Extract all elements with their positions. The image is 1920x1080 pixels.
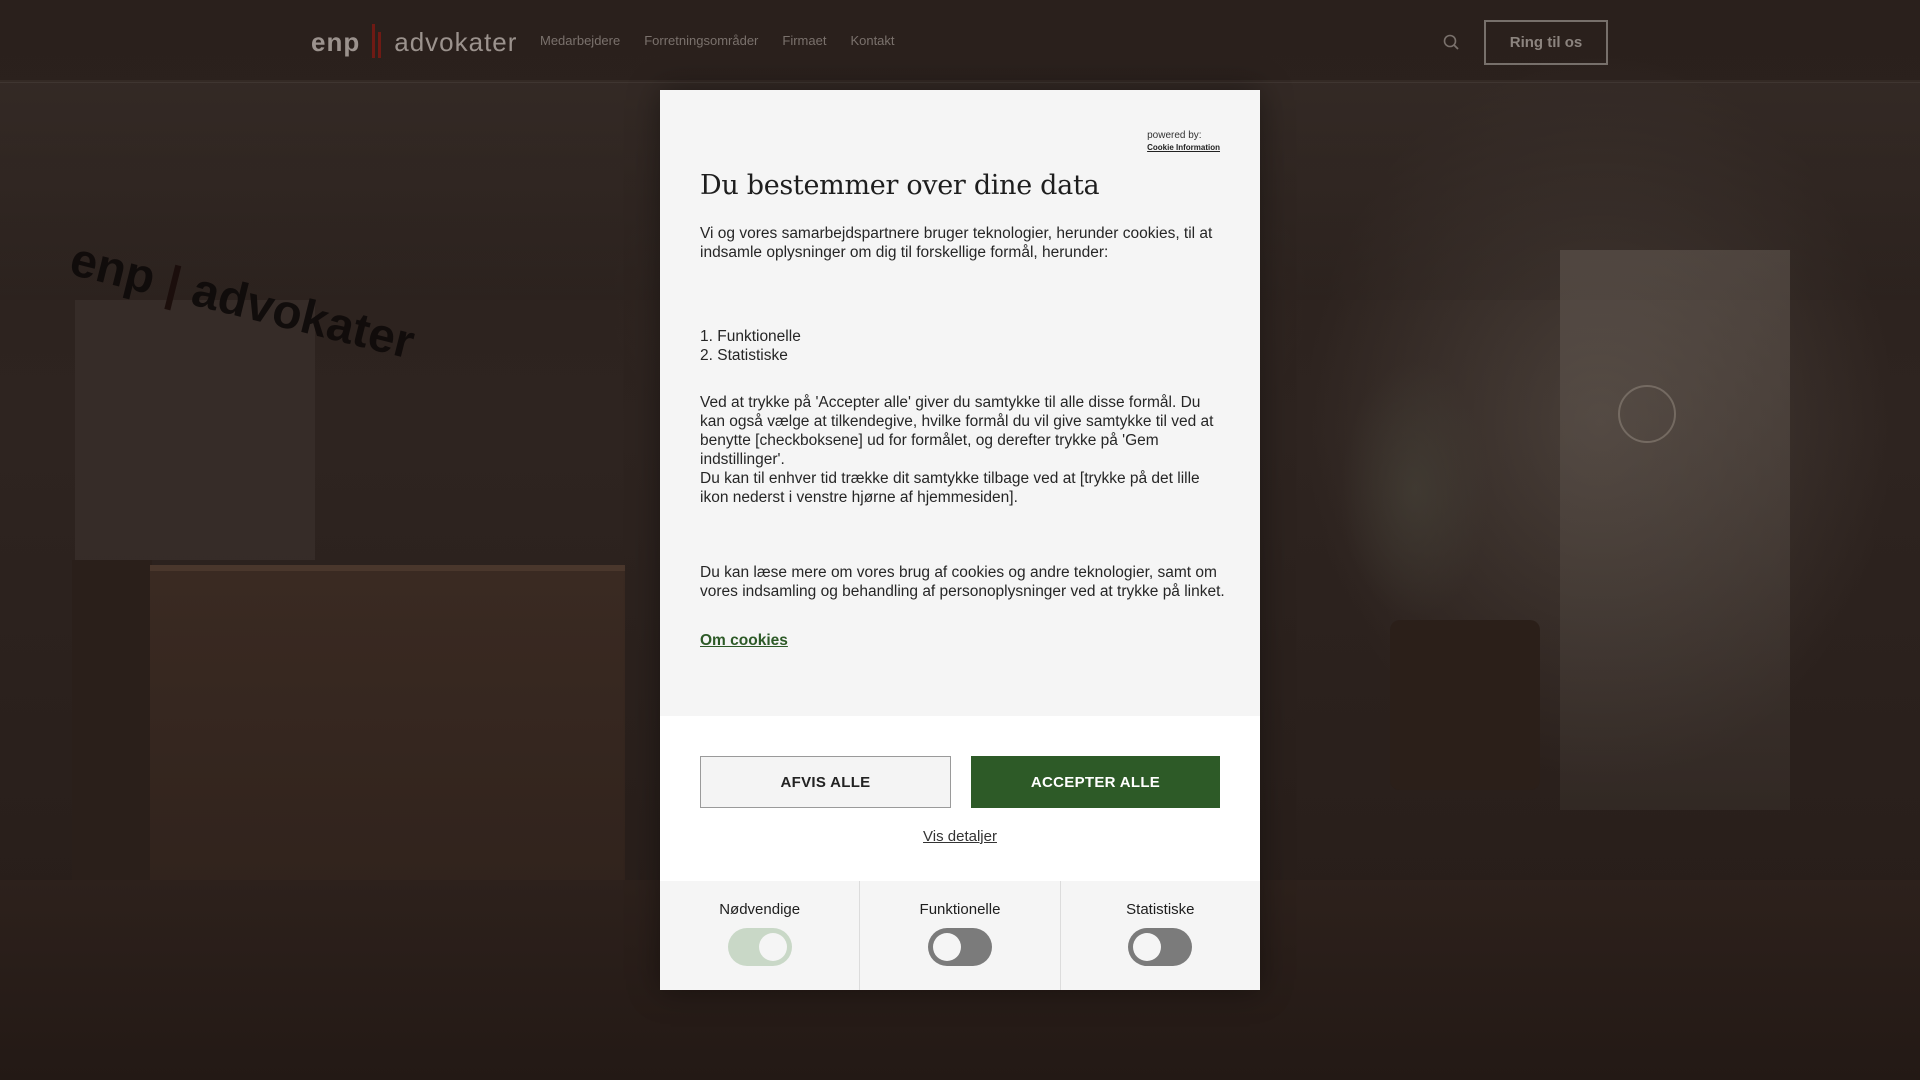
toggle-statistics: Statistiske: [1059, 881, 1260, 990]
toggle-necessary: Nødvendige: [660, 881, 859, 990]
toggle-knob: [1133, 933, 1162, 961]
more-info-text: Du kan læse mere om vores brug af cookie…: [700, 564, 1225, 600]
consent-toggles: Nødvendige Funktionelle Statistiske: [660, 881, 1260, 990]
search-icon[interactable]: [1443, 34, 1459, 50]
dialog-actions: AFVIS ALLE ACCEPTER ALLE Vis detaljer: [660, 716, 1260, 881]
window: [1560, 250, 1790, 810]
purpose-item: 2. Statistiske: [700, 347, 788, 364]
nav-item-kontakt[interactable]: Kontakt: [850, 33, 894, 48]
chair: [1390, 620, 1540, 790]
statistics-toggle-switch[interactable]: [1128, 928, 1193, 966]
necessary-toggle-switch[interactable]: [727, 928, 792, 966]
purpose-item: 1. Funktionelle: [700, 328, 801, 345]
site-logo[interactable]: enp advokater: [311, 20, 517, 58]
toggle-label: Statistiske: [1126, 901, 1195, 918]
reception-desk-side: [72, 560, 152, 880]
main-nav: Medarbejdere Forretningsområder Firmaet …: [540, 33, 895, 48]
dialog-title: Du bestemmer over dine data: [700, 170, 1100, 201]
toggle-functional: Funktionelle: [859, 881, 1059, 990]
nav-item-medarbejdere[interactable]: Medarbejdere: [540, 33, 620, 48]
show-details-link[interactable]: Vis detaljer: [660, 828, 1260, 845]
accept-all-button[interactable]: ACCEPTER ALLE: [971, 756, 1220, 808]
toggle-knob: [758, 933, 787, 961]
consent-text: Ved at trykke på 'Accepter alle' giver d…: [700, 394, 1214, 468]
cookie-consent-dialog: powered by: Cookie Information Du bestem…: [660, 90, 1260, 990]
call-us-button[interactable]: Ring til os: [1484, 20, 1608, 65]
wall-logo-mark: |: [160, 256, 187, 312]
logo-left-text: enp: [311, 27, 361, 57]
withdraw-text: Du kan til enhver tid trække dit samtykk…: [700, 470, 1200, 506]
plant: [1340, 360, 1490, 620]
nav-item-firmaet[interactable]: Firmaet: [782, 33, 826, 48]
logo-right-text: advokater: [394, 27, 518, 57]
page: enp | advokater enp advokater Medarbejde…: [0, 0, 1920, 1080]
toggle-knob: [932, 933, 961, 961]
site-header: enp advokater Medarbejdere Forretningsom…: [0, 0, 1920, 83]
wall-clock: [1618, 385, 1676, 443]
logo-mark-icon: [370, 20, 384, 58]
toggle-label: Nødvendige: [719, 901, 801, 918]
cookie-information-link[interactable]: Cookie Information: [1147, 142, 1220, 154]
toggle-label: Funktionelle: [919, 901, 1001, 918]
reject-all-button[interactable]: AFVIS ALLE: [700, 756, 951, 808]
intro-text: Vi og vores samarbejdspartnere bruger te…: [700, 225, 1213, 261]
dialog-body: Vi og vores samarbejdspartnere bruger te…: [700, 224, 1225, 650]
powered-by-label: powered by:: [1147, 130, 1202, 141]
powered-by: powered by: Cookie Information: [1147, 130, 1220, 154]
nav-item-forretningsomrader[interactable]: Forretningsområder: [644, 33, 758, 48]
functional-toggle-switch[interactable]: [927, 928, 992, 966]
about-cookies-link[interactable]: Om cookies: [700, 631, 788, 650]
